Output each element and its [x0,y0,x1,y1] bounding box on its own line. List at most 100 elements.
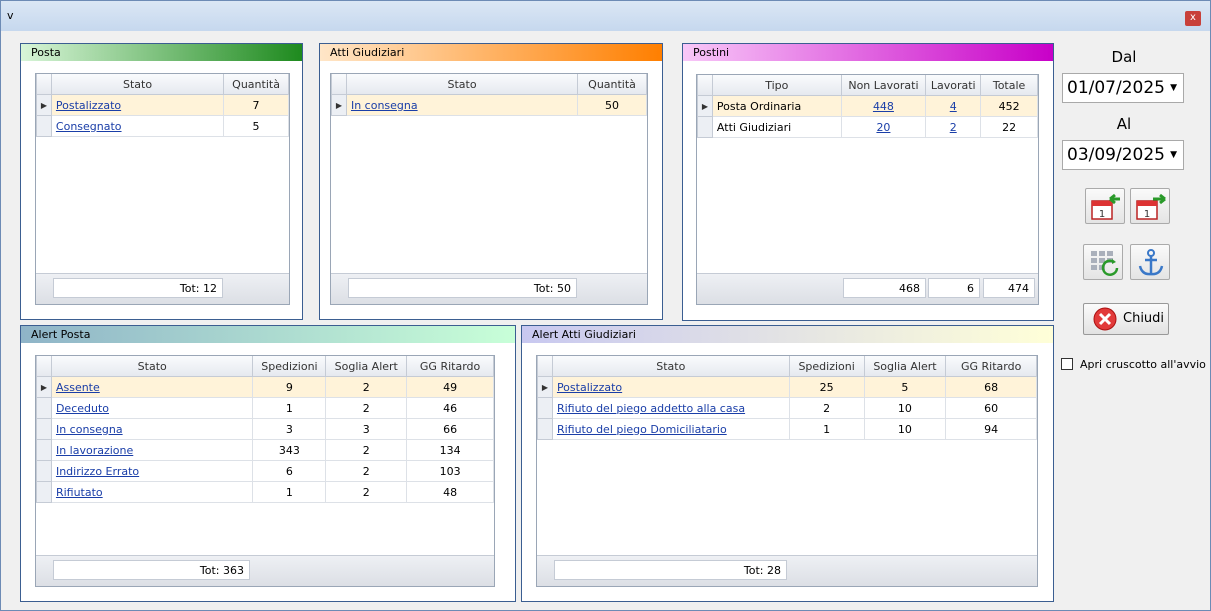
column-header-totale[interactable]: Totale [980,75,1038,96]
stato-cell[interactable]: In consegna [50,418,254,440]
lavorati-link[interactable]: 4 [950,100,957,113]
window-close-button[interactable]: x [1185,11,1201,26]
table-row[interactable]: ▶ Assente 9 2 49 [36,376,494,398]
total-box: Tot: 50 [348,278,577,298]
stato-link[interactable]: Postalizzato [557,381,622,394]
al-date-value[interactable]: 03/09/2025 [1067,145,1165,165]
alert-atti-grid: Stato Spedizioni Soglia Alert GG Ritardo… [536,355,1038,587]
stato-cell[interactable]: Postalizzato [551,376,790,398]
table-row[interactable]: In lavorazione 343 2 134 [36,439,494,461]
stato-link[interactable]: In consegna [351,99,418,112]
soglia-cell: 10 [863,418,947,440]
lavorati-cell[interactable]: 2 [925,116,982,138]
chevron-down-icon[interactable]: ▼ [1170,74,1177,102]
totale-cell: 452 [980,95,1038,117]
table-row[interactable]: Rifiuto del piego addetto alla casa 2 10… [537,397,1037,419]
calendar-back-icon: 1 [1091,193,1120,220]
ritardo-cell: 49 [406,376,494,398]
window-title: v [7,9,14,22]
spedizioni-cell: 1 [252,481,327,503]
total-box: Tot: 28 [554,560,787,580]
stato-link[interactable]: Rifiutato [56,486,103,499]
spedizioni-cell: 3 [252,418,327,440]
column-header-gg-ritardo[interactable]: GG Ritardo [406,356,494,377]
stato-cell[interactable]: Assente [50,376,254,398]
non-lavorati-link[interactable]: 448 [873,100,894,113]
lavorati-cell[interactable]: 4 [925,95,982,117]
stato-link[interactable]: Rifiuto del piego Domiciliatario [557,423,727,436]
close-button[interactable]: Chiudi [1083,303,1169,335]
stato-link[interactable]: Consegnato [56,120,122,133]
ritardo-cell: 66 [406,418,494,440]
non-lavorati-link[interactable]: 20 [876,121,890,134]
column-header-spedizioni[interactable]: Spedizioni [252,356,327,377]
column-header-stato[interactable]: Stato [345,74,579,95]
column-header-quantita[interactable]: Quantità [577,74,647,95]
stato-link[interactable]: In lavorazione [56,444,133,457]
stato-link[interactable]: Deceduto [56,402,109,415]
ritardo-cell: 46 [406,397,494,419]
grid-footer: Tot: 12 [36,273,289,304]
stato-link[interactable]: Assente [56,381,100,394]
stato-link[interactable]: In consegna [56,423,123,436]
al-date-picker[interactable]: 03/09/2025 ▼ [1062,140,1184,170]
stato-link[interactable]: Rifiuto del piego addetto alla casa [557,402,745,415]
column-header-lavorati[interactable]: Lavorati [925,75,982,96]
table-row[interactable]: Consegnato 5 [36,115,289,137]
table-row[interactable]: In consegna 3 3 66 [36,418,494,440]
alert-posta-grid: Stato Spedizioni Soglia Alert GG Ritardo… [35,355,495,587]
corner-header [697,75,713,96]
stato-link[interactable]: Indirizzo Errato [56,465,139,478]
table-row[interactable]: Rifiutato 1 2 48 [36,481,494,503]
dal-date-picker[interactable]: 01/07/2025 ▼ [1062,73,1184,103]
row-indicator [36,115,52,137]
table-row[interactable]: ▶ In consegna 50 [331,94,647,116]
column-header-non-lavorati[interactable]: Non Lavorati [840,75,927,96]
quantita-cell: 7 [223,94,289,116]
chevron-down-icon[interactable]: ▼ [1170,141,1177,169]
table-row[interactable]: ▶ Posta Ordinaria 448 4 452 [697,95,1038,117]
column-header-tipo[interactable]: Tipo [711,75,842,96]
column-header-soglia-alert[interactable]: Soglia Alert [325,356,408,377]
column-header-soglia-alert[interactable]: Soglia Alert [863,356,947,377]
column-header-gg-ritardo[interactable]: GG Ritardo [945,356,1037,377]
postini-grid: Tipo Non Lavorati Lavorati Totale ▶ Post… [696,74,1039,305]
stato-cell[interactable]: Rifiuto del piego addetto alla casa [551,397,790,419]
stato-link[interactable]: Postalizzato [56,99,121,112]
stato-cell[interactable]: In lavorazione [50,439,254,461]
stato-cell[interactable]: Consegnato [50,115,225,137]
lavorati-link[interactable]: 2 [950,121,957,134]
stato-cell[interactable]: Deceduto [50,397,254,419]
soglia-cell: 10 [863,397,947,419]
stato-cell[interactable]: In consegna [345,94,579,116]
spedizioni-cell: 6 [252,460,327,482]
table-row[interactable]: Deceduto 1 2 46 [36,397,494,419]
non-lavorati-cell[interactable]: 20 [840,116,927,138]
auto-open-checkbox[interactable] [1061,358,1073,370]
column-header-stato[interactable]: Stato [551,356,790,377]
anchor-button[interactable] [1130,244,1170,280]
table-row[interactable]: Atti Giudiziari 20 2 22 [697,116,1038,138]
column-header-quantita[interactable]: Quantità [223,74,289,95]
table-row[interactable]: ▶ Postalizzato 7 [36,94,289,116]
table-row[interactable]: Rifiuto del piego Domiciliatario 1 10 94 [537,418,1037,440]
next-period-button[interactable]: 1 [1130,188,1170,224]
column-header-stato[interactable]: Stato [50,74,225,95]
quantita-cell: 50 [577,94,647,116]
dal-date-value[interactable]: 01/07/2025 [1067,78,1165,98]
alert-atti-panel-title: Alert Atti Giudiziari [522,326,1053,343]
table-row[interactable]: Indirizzo Errato 6 2 103 [36,460,494,482]
row-indicator: ▶ [36,376,52,398]
stato-cell[interactable]: Rifiuto del piego Domiciliatario [551,418,790,440]
column-header-stato[interactable]: Stato [50,356,254,377]
grid-footer: 468 6 474 [697,273,1038,304]
previous-period-button[interactable]: 1 [1085,188,1125,224]
stato-cell[interactable]: Rifiutato [50,481,254,503]
auto-open-label[interactable]: Apri cruscotto all'avvio [1080,358,1206,371]
stato-cell[interactable]: Indirizzo Errato [50,460,254,482]
table-row[interactable]: ▶ Postalizzato 25 5 68 [537,376,1037,398]
stato-cell[interactable]: Postalizzato [50,94,225,116]
refresh-grid-button[interactable] [1083,244,1123,280]
non-lavorati-cell[interactable]: 448 [840,95,927,117]
column-header-spedizioni[interactable]: Spedizioni [788,356,865,377]
